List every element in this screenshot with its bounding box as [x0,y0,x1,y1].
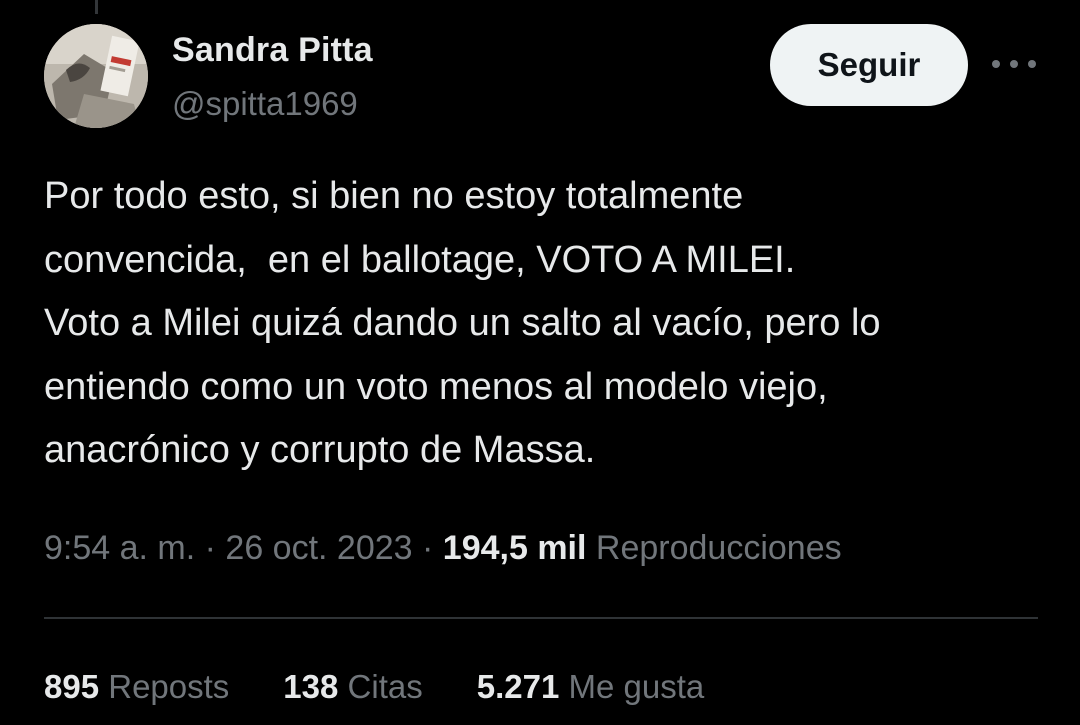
tweet-date[interactable]: 26 oct. 2023 [225,529,412,567]
author-display-name[interactable]: Sandra Pitta [172,30,373,70]
more-horizontal-icon[interactable] [992,54,1036,74]
views-label: Reproducciones [595,529,842,567]
views-count: 194,5 mil [442,529,587,567]
likes-count: 5.271 [476,668,560,705]
divider [44,617,1038,619]
reposts-count: 895 [44,668,100,705]
meta-separator: · [195,529,226,567]
thread-connector-line [95,0,98,14]
reposts-stat[interactable]: 895 Reposts [44,664,229,710]
meta-separator: · [412,529,443,567]
tweet-time[interactable]: 9:54 a. m. [44,529,195,567]
quotes-stat[interactable]: 138 Citas [283,664,422,710]
avatar[interactable] [44,24,148,128]
quotes-count: 138 [283,668,339,705]
likes-stat[interactable]: 5.271 Me gusta [477,664,705,710]
tweet-text: Por todo esto, si bien no estoy totalmen… [44,175,881,471]
author-handle[interactable]: @spitta1969 [172,84,373,124]
reposts-label: Reposts [108,668,230,705]
follow-button[interactable]: Seguir [770,24,968,106]
tweet-header: Sandra Pitta @spitta1969 Seguir [44,24,1044,134]
author-names: Sandra Pitta @spitta1969 [172,30,373,124]
tweet-meta: 9:54 a. m. · 26 oct. 2023 · 194,5 mil Re… [44,525,842,571]
more-dot [1028,60,1036,68]
more-dot [1010,60,1018,68]
more-dot [992,60,1000,68]
quotes-label: Citas [347,668,423,705]
tweet-stats: 895 Reposts 138 Citas 5.271 Me gusta [44,664,758,710]
likes-label: Me gusta [568,668,705,705]
